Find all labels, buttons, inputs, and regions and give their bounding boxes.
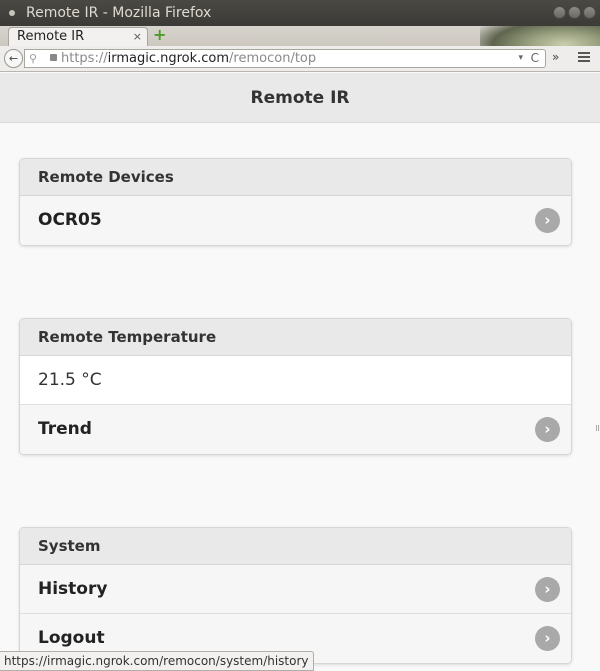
url-dropdown-icon[interactable]: ▾ [518,50,523,67]
resize-grip[interactable] [596,425,599,431]
close-window-button[interactable] [583,6,596,19]
reload-icon[interactable]: C [531,50,539,67]
maximize-button[interactable] [568,6,581,19]
tab-remote-ir[interactable]: Remote IR × [8,27,148,46]
url-host: irmagic.ngrok.com [107,51,230,66]
url-path: /remocon/top [229,51,317,66]
chevron-right-icon: › [535,626,560,651]
tab-strip: Remote IR × + [0,26,600,46]
url-scheme: https:// [61,51,108,66]
lock-icon [50,54,57,61]
temperature-value: 21.5 °C [20,356,571,405]
site-identity-icon[interactable]: ⚲ [29,50,37,67]
window-title: Remote IR - Mozilla Firefox [26,5,212,21]
chevron-right-icon: › [535,417,560,442]
toolbar-overflow-icon[interactable]: » [552,50,559,64]
chevron-right-icon: › [535,208,560,233]
system-card: System History › Logout › [19,527,572,664]
remote-temperature-card: Remote Temperature 21.5 °C Trend › [19,318,572,455]
hamburger-menu-icon[interactable] [578,52,590,62]
url-bar[interactable]: ⚲ https://irmagic.ngrok.com/remocon/top … [24,49,546,68]
window-titlebar: Remote IR - Mozilla Firefox [0,0,600,26]
page-title: Remote IR [0,73,600,123]
navigation-toolbar: ← ⚲ https://irmagic.ngrok.com/remocon/to… [0,46,600,72]
window-controls [553,6,596,19]
device-label: OCR05 [38,210,102,230]
trend-row[interactable]: Trend › [20,405,571,454]
tab-close-icon[interactable]: × [133,28,142,46]
url-text[interactable]: https://irmagic.ngrok.com/remocon/top [61,50,316,67]
new-tab-icon[interactable]: + [153,27,167,43]
minimize-button[interactable] [553,6,566,19]
back-button[interactable]: ← [4,49,23,68]
history-label: History [38,579,108,599]
section-header-remote-temperature: Remote Temperature [20,319,571,356]
app-menu-icon[interactable] [9,10,15,16]
chevron-right-icon: › [535,577,560,602]
tab-label: Remote IR [17,29,85,44]
section-header-system: System [20,528,571,565]
status-url-overlay: https://irmagic.ngrok.com/remocon/system… [0,651,314,671]
logout-label: Logout [38,628,105,648]
device-row-ocr05[interactable]: OCR05 › [20,196,571,245]
trend-label: Trend [38,419,92,439]
section-header-remote-devices: Remote Devices [20,159,571,196]
theme-artwork [480,26,600,46]
page-content: Remote IR Remote Devices OCR05 › Remote … [0,73,600,671]
remote-devices-card: Remote Devices OCR05 › [19,158,572,246]
history-row[interactable]: History › [20,565,571,614]
